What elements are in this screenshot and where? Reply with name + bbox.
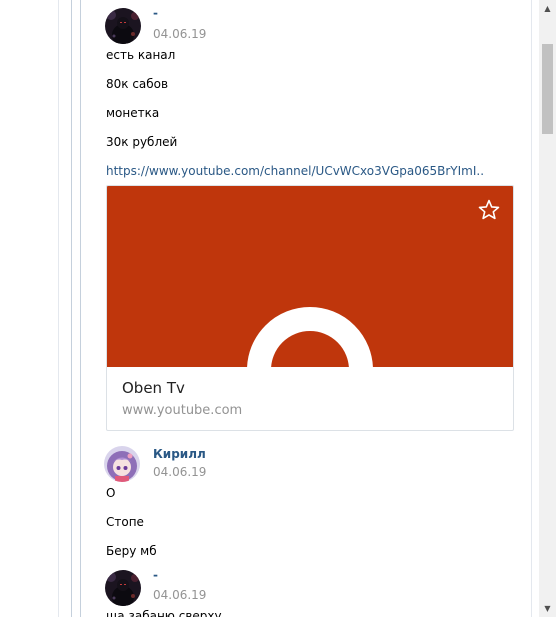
avatar[interactable] (105, 8, 141, 44)
thread-guide-line (71, 0, 72, 617)
comment-author[interactable]: - (153, 6, 158, 20)
avatar-anime-girl-image (104, 446, 140, 482)
scrollbar-thumb[interactable] (542, 44, 553, 134)
comment-date[interactable]: 04.06.19 (153, 27, 206, 41)
avatar-dark-figure-image (105, 570, 141, 606)
comment-text-line: Беру мб (106, 544, 157, 558)
comment-author[interactable]: Кирилл (153, 447, 206, 461)
comment-text-line: 30к рублей (106, 135, 178, 149)
comment-author[interactable]: - (153, 568, 158, 582)
youtube-logo-ring-icon (247, 307, 373, 367)
link-preview-image[interactable] (107, 186, 513, 367)
thread-guide-line (58, 0, 59, 617)
comment-text-line: О (106, 486, 116, 500)
comment-text-line: есть канал (106, 48, 176, 62)
link-preview-domain: www.youtube.com (122, 403, 243, 418)
comment-date[interactable]: 04.06.19 (153, 588, 206, 602)
thread-guide-line (531, 0, 532, 617)
vertical-scrollbar[interactable]: ▲ ▼ (539, 0, 556, 617)
star-outline-icon[interactable] (477, 198, 501, 222)
scroll-down-arrow-icon[interactable]: ▼ (539, 600, 556, 617)
thread-guide-line (80, 0, 81, 617)
comment-text-line: Стопе (106, 515, 144, 529)
youtube-channel-link[interactable]: https://www.youtube.com/channel/UCvWCxo3… (106, 164, 484, 178)
link-preview-card[interactable]: Oben Tv www.youtube.com (106, 185, 514, 431)
avatar-dark-figure-image (105, 8, 141, 44)
comment-date[interactable]: 04.06.19 (153, 465, 206, 479)
comment-text-line: монетка (106, 106, 160, 120)
comment-text-line: ща забаню сверху (106, 609, 222, 617)
avatar[interactable] (104, 446, 140, 482)
link-preview-title[interactable]: Oben Tv (122, 379, 185, 397)
avatar[interactable] (105, 570, 141, 606)
comment-thread: - 04.06.19 есть канал 80к сабов монетка … (0, 0, 556, 617)
scroll-up-arrow-icon[interactable]: ▲ (539, 0, 556, 17)
comment-text-line: 80к сабов (106, 77, 169, 91)
